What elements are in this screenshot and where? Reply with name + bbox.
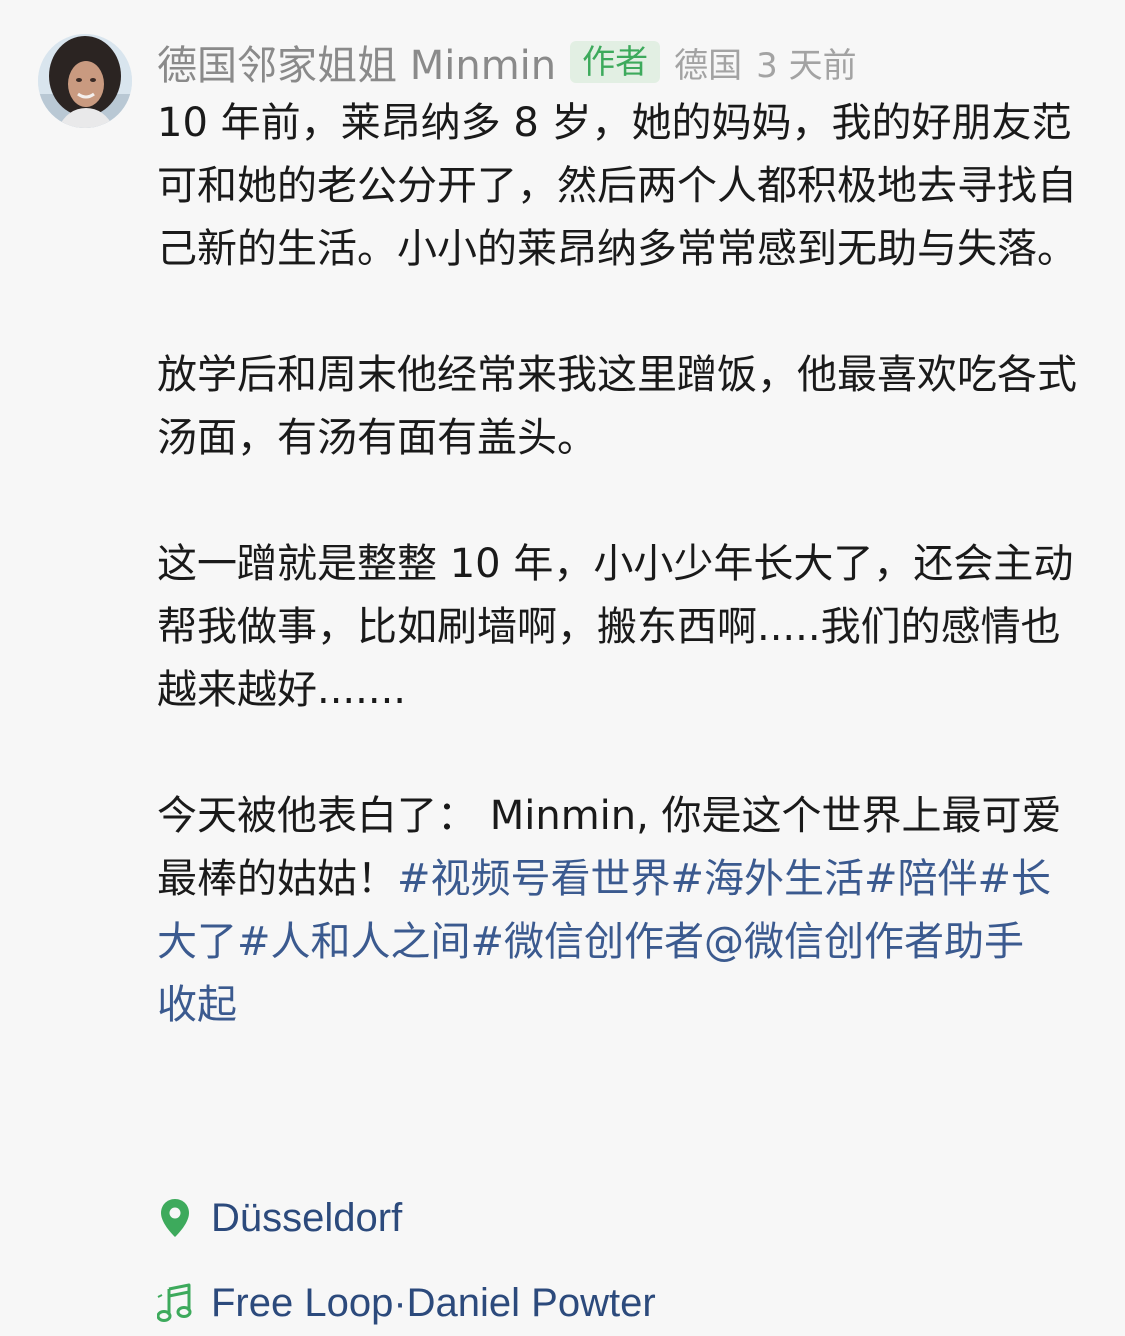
music-label: Free Loop·Daniel Powter xyxy=(211,1280,656,1325)
author-name[interactable]: 德国邻家姐姐 Minmin xyxy=(157,33,556,91)
post-header: 德国邻家姐姐 Minmin 作者 德国 3 天前 xyxy=(157,33,857,91)
music-note-icon xyxy=(157,1281,193,1325)
avatar-photo xyxy=(38,34,132,128)
post-paragraph: 这一蹭就是整整 10 年，小小少年长大了，还会主动帮我做事，比如刷墙啊，搬东西啊… xyxy=(157,541,1074,713)
post-time: 3 天前 xyxy=(756,45,857,86)
post-paragraph: 放学后和周末他经常来我这里蹭饭，他最喜欢吃各式汤面，有汤有面有盖头。 xyxy=(157,352,1077,461)
post-paragraph: 10 年前，莱昂纳多 8 岁，她的妈妈，我的好朋友范可和她的老公分开了，然后两个… xyxy=(157,100,1077,272)
location-pin-icon xyxy=(157,1196,193,1240)
author-badge: 作者 xyxy=(570,41,661,83)
music-row[interactable]: Free Loop·Daniel Powter xyxy=(157,1273,656,1333)
location-row[interactable]: Düsseldorf xyxy=(157,1188,402,1248)
post-paragraph-final: 今天被他表白了： Minmin, 你是这个世界上最可爱最棒的姑姑！#视频号看世界… xyxy=(157,785,1087,974)
author-avatar[interactable] xyxy=(38,34,132,128)
post-body: 10 年前，莱昂纳多 8 岁，她的妈妈，我的好朋友范可和她的老公分开了，然后两个… xyxy=(157,92,1087,1037)
location-label: Düsseldorf xyxy=(211,1195,403,1240)
author-region: 德国 xyxy=(674,45,743,86)
collapse-button[interactable]: 收起 xyxy=(157,974,1087,1037)
